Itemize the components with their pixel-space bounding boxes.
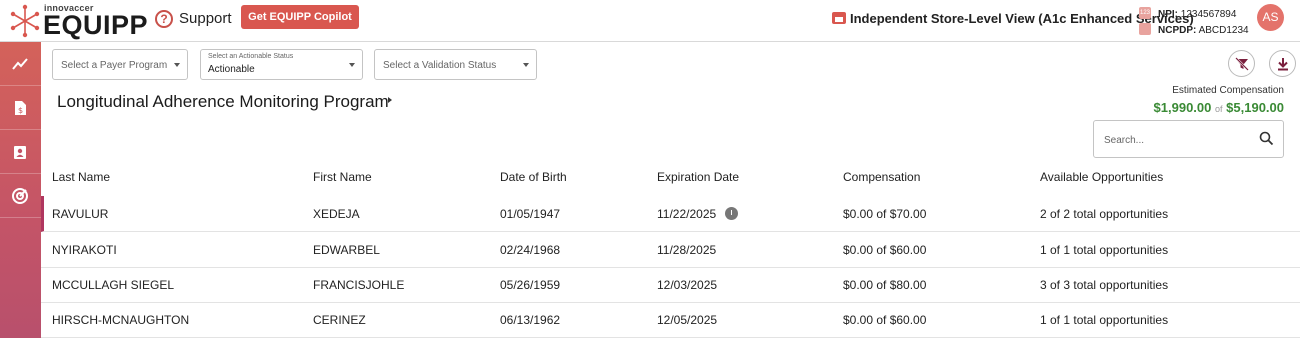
- get-copilot-button[interactable]: Get EQUIPP Copilot: [241, 5, 359, 29]
- sidebar-item-targets[interactable]: [0, 174, 41, 218]
- trend-chart-icon: [12, 58, 28, 70]
- validation-status-select[interactable]: Select a Validation Status: [374, 49, 537, 80]
- table-row[interactable]: NYIRAKOTI EDWARBEL 02/24/1968 11/28/2025…: [41, 232, 1300, 268]
- cell-last-name: RAVULUR: [52, 207, 109, 221]
- actionable-status-value: Actionable: [208, 64, 255, 75]
- cell-compensation: $0.00 of $80.00: [843, 278, 927, 292]
- cell-expiration-date: 12/03/2025: [657, 278, 718, 292]
- cell-date-of-birth: 02/24/1968: [500, 243, 561, 257]
- ncpdp-value: ABCD1234: [1198, 25, 1249, 36]
- ncpdp-label: NCPDP:: [1158, 25, 1197, 36]
- top-header: innovaccer EQUIPP ? Support Get EQUIPP C…: [0, 0, 1300, 42]
- logo-mark-icon: [10, 4, 40, 38]
- sidebar-item-patients[interactable]: [0, 130, 41, 174]
- search-input[interactable]: Search...: [1093, 120, 1284, 158]
- cell-last-name: HIRSCH-MCNAUGHTON: [52, 313, 190, 327]
- search-placeholder: Search...: [1104, 135, 1145, 146]
- cell-available-opportunities: 1 of 1 total opportunities: [1040, 243, 1169, 257]
- table-row[interactable]: RAVULUR XEDEJA 01/05/1947 11/22/2025 $0.…: [41, 196, 1300, 232]
- sidebar: $: [0, 42, 41, 338]
- ncpdp-badge-icon: [1139, 23, 1151, 35]
- document-dollar-icon: $: [15, 101, 26, 115]
- cell-compensation: $0.00 of $60.00: [843, 243, 927, 257]
- cell-last-name: MCCULLAGH SIEGEL: [52, 278, 175, 292]
- column-header-expiration-date[interactable]: Expiration Date: [657, 170, 739, 184]
- compensation-earned: $1,990.00: [1153, 100, 1212, 115]
- npi-value: 1234567894: [1180, 9, 1237, 20]
- caret-right-icon[interactable]: [388, 97, 392, 103]
- program-title: Longitudinal Adherence Monitoring Progra…: [57, 92, 389, 111]
- actionable-status-label: Select an Actionable Status: [208, 53, 294, 60]
- filter-off-icon: [1235, 57, 1249, 71]
- clear-filter-button[interactable]: [1228, 50, 1255, 77]
- logo-product-text: EQUIPP: [43, 10, 149, 40]
- support-link[interactable]: Support: [179, 10, 232, 27]
- estimated-compensation-value: $1,990.00 of $5,190.00: [1154, 100, 1284, 115]
- compensation-of: of: [1215, 104, 1223, 114]
- chevron-down-icon: [349, 63, 355, 67]
- help-circle-icon[interactable]: ?: [155, 10, 173, 28]
- download-icon: [1278, 58, 1288, 71]
- table-row[interactable]: MCCULLAGH SIEGEL FRANCISJOHLE 05/26/1959…: [41, 267, 1300, 303]
- svg-text:$: $: [18, 106, 23, 115]
- download-button[interactable]: [1269, 50, 1296, 77]
- column-header-last-name[interactable]: Last Name: [52, 170, 110, 184]
- ncpdp-info: NCPDP: ABCD1234: [1158, 25, 1249, 36]
- cell-date-of-birth: 06/13/1962: [500, 313, 561, 327]
- payer-program-select[interactable]: Select a Payer Program: [52, 49, 188, 80]
- cell-compensation: $0.00 of $60.00: [843, 313, 927, 327]
- column-header-compensation[interactable]: Compensation: [843, 170, 920, 184]
- cell-available-opportunities: 2 of 2 total opportunities: [1040, 207, 1169, 221]
- chevron-down-icon: [523, 63, 529, 67]
- cell-date-of-birth: 01/05/1947: [500, 207, 561, 221]
- target-icon: [12, 188, 28, 204]
- compensation-total: $5,190.00: [1226, 100, 1284, 115]
- cell-expiration-date: 11/22/2025: [657, 207, 717, 221]
- actionable-status-select[interactable]: Select an Actionable Status Actionable: [200, 49, 363, 80]
- sidebar-item-documents[interactable]: $: [0, 86, 41, 130]
- estimated-compensation-label: Estimated Compensation: [1172, 85, 1284, 96]
- user-avatar[interactable]: AS: [1257, 4, 1284, 31]
- column-header-date-of-birth[interactable]: Date of Birth: [500, 170, 567, 184]
- clipboard-user-icon: [14, 146, 26, 159]
- cell-compensation: $0.00 of $70.00: [843, 207, 927, 221]
- cell-date-of-birth: 05/26/1959: [500, 278, 561, 292]
- column-header-available-opportunities[interactable]: Available Opportunities: [1040, 170, 1163, 184]
- npi-label: NPI:: [1158, 9, 1178, 20]
- npi-info: NPI: 1234567894: [1158, 9, 1236, 20]
- npi-badge-icon: 123: [1139, 7, 1151, 19]
- cell-last-name: NYIRAKOTI: [52, 243, 117, 257]
- cell-first-name: XEDEJA: [313, 207, 360, 221]
- search-icon[interactable]: [1259, 131, 1274, 146]
- sidebar-item-trends[interactable]: [0, 42, 41, 86]
- validation-status-placeholder: Select a Validation Status: [383, 60, 497, 71]
- cell-first-name: CERINEZ: [313, 313, 366, 327]
- chevron-down-icon: [174, 63, 180, 67]
- equipp-logo[interactable]: innovaccer EQUIPP: [10, 2, 148, 40]
- cell-expiration-date: 11/28/2025: [657, 243, 717, 257]
- cell-available-opportunities: 1 of 1 total opportunities: [1040, 313, 1169, 327]
- column-header-first-name[interactable]: First Name: [313, 170, 372, 184]
- cell-first-name: EDWARBEL: [313, 243, 380, 257]
- timer-icon: [725, 207, 738, 220]
- payer-program-placeholder: Select a Payer Program: [61, 60, 168, 71]
- cell-first-name: FRANCISJOHLE: [313, 278, 405, 292]
- store-icon: [832, 12, 846, 24]
- cell-expiration-date: 12/05/2025: [657, 313, 718, 327]
- table-row[interactable]: HIRSCH-MCNAUGHTON CERINEZ 06/13/1962 12/…: [41, 302, 1300, 338]
- cell-available-opportunities: 3 of 3 total opportunities: [1040, 278, 1169, 292]
